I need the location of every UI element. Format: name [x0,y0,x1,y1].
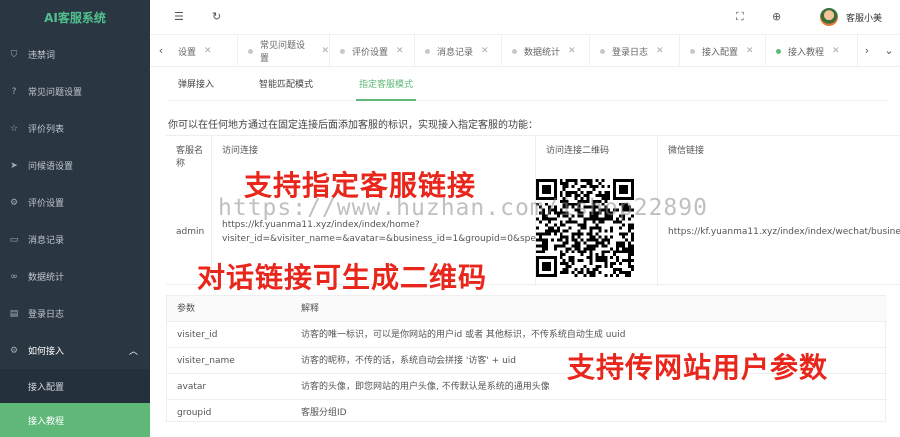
sidebar-subitem-integration-config[interactable]: 接入配置 [0,369,150,403]
close-icon[interactable]: ✕ [656,46,664,56]
param-name: visiter_name [177,356,235,366]
sidebar-item-label: 问候语设置 [28,162,74,172]
access-link-line2[interactable]: visiter_id=&visiter_name=&avatar=&busine… [222,232,565,246]
tab-popup-integration[interactable]: 弹屏接入 [178,73,214,101]
sidebar-item-label: 评价列表 [28,125,65,135]
log-icon: ▤ [9,308,19,319]
refresh-icon[interactable]: ↻ [212,10,221,23]
wechat-link[interactable]: https://kf.yuanma11.xyz/index/index/wech… [668,225,900,239]
param-description: 访客的唯一标识，可以是你网站的用户id 或者 其他标识，不传系统自动生成 uui… [301,330,626,340]
header-access-link: 访问连接 [222,146,259,156]
sidebar-item-label: 评价设置 [28,199,65,209]
param-description: 访客的头像，即您网站的用户头像, 不传默认是系统的通用头像 [301,382,550,392]
sidebar-item-label: 如何接入 [28,347,65,357]
tab-smart-match-mode[interactable]: 智能匹配模式 [259,73,313,101]
link-icon: ⚙ [9,345,19,356]
tab-integration-config[interactable]: 接入配置 ✕ [680,35,766,67]
tab-dot [340,48,345,54]
sidebar-item-login-log[interactable]: ▤ 登录日志 [0,295,150,332]
sidebar-subitem-integration-tutorial[interactable]: 接入教程 [0,403,150,437]
tab-dot [600,48,605,54]
tab-integration-tutorial[interactable]: 接入教程 ✕ [766,35,858,67]
sidebar-item-message-records[interactable]: ▭ 消息记录 [0,221,150,258]
sidebar-item-banned-words[interactable]: ⛉ 违禁词 [0,36,150,73]
user-menu[interactable]: 客服小美 [819,8,882,26]
sidebar-item-label: 违禁词 [28,51,56,61]
tab-dot [425,48,430,54]
close-icon[interactable]: ✕ [481,46,489,56]
star-icon: ☆ [9,123,19,134]
sidebar: AI客服系统 ⛉ 违禁词 ? 常见问题设置 ☆ 评价列表 ➤ 问候语设置 ⚙ 评价设置 ▭… [0,0,150,437]
chat-icon: ▭ [9,234,19,245]
sidebar-item-review-settings[interactable]: ⚙ 评价设置 [0,184,150,221]
table-row: visiter_id 访客的唯一标识，可以是你网站的用户id 或者 其他标识，不… [167,322,887,348]
tab-login-log[interactable]: 登录日志 ✕ [590,35,680,67]
sidebar-item-faq-settings[interactable]: ? 常见问题设置 [0,73,150,110]
question-icon: ? [11,86,17,97]
mode-tabs: 弹屏接入 智能匹配模式 指定客服模式 [168,73,888,101]
avatar [819,8,838,26]
header-wechat-link: 微信链接 [668,146,705,156]
tab-settings[interactable]: 设置 ✕ [168,35,238,67]
tabs-scroll-right-icon[interactable]: › [856,35,878,67]
close-icon[interactable]: ✕ [204,46,212,56]
user-name: 客服小美 [845,13,882,24]
tab-dot-active [776,48,781,54]
header-param: 参数 [177,304,196,314]
sidebar-item-greeting-settings[interactable]: ➤ 问候语设置 [0,147,150,184]
close-icon[interactable]: ✕ [746,46,754,56]
promo-overlay-3: 支持传网站用户参数 [567,351,829,384]
intro-text: 你可以在任何地方通过在固定连接后面添加客服的标识，实现接入指定客服的功能： [168,120,538,131]
tab-bar: ‹ 设置 ✕ 常见问题设置 ✕ 评价设置 ✕ 消息记录 ✕ 数据统计 ✕ 登录日志 ✕ 接入… [150,35,900,67]
tab-faq-settings[interactable]: 常见问题设置 ✕ [238,35,330,67]
sidebar-item-label: 数据统计 [28,273,65,283]
globe-icon[interactable]: ⊕ [772,10,781,23]
tab-statistics[interactable]: 数据统计 ✕ [502,35,590,67]
close-icon[interactable]: ✕ [321,46,329,56]
sidebar-item-review-list[interactable]: ☆ 评价列表 [0,110,150,147]
promo-overlay-2: 对话链接可生成二维码 [197,261,488,294]
param-name: groupid [177,408,212,418]
header-qr-code: 访问连接二维码 [546,146,610,156]
tab-designated-agent-mode[interactable]: 指定客服模式 [356,73,417,101]
param-description: 访客的昵称，不传的话，系统自动会拼接 '访客' + uid [301,356,516,366]
send-icon: ➤ [10,160,18,171]
close-icon[interactable]: ✕ [832,46,840,56]
stats-icon: ∞ [10,271,18,282]
qr-code-image [536,179,634,277]
sidebar-item-statistics[interactable]: ∞ 数据统计 [0,258,150,295]
tab-dot [512,48,517,54]
topbar: ☰ ↻ ⛶ ⊕ 客服小美 [150,0,900,35]
param-name: visiter_id [177,330,218,340]
header-description: 解释 [301,304,320,314]
sidebar-item-label: 消息记录 [28,236,65,246]
menu-icon[interactable]: ☰ [174,10,184,23]
agent-name: admin [176,227,205,237]
param-description: 客服分组ID [301,408,347,418]
tab-message-records[interactable]: 消息记录 ✕ [415,35,502,67]
shield-icon: ⛉ [10,49,18,60]
param-table-header: 参数 解释 [167,296,887,322]
table-row: groupid 客服分组ID [167,400,887,426]
param-name: avatar [177,382,207,392]
tab-review-settings[interactable]: 评价设置 ✕ [330,35,415,67]
sidebar-item-how-to-integrate[interactable]: ⚙ 如何接入 ︿ [0,332,150,369]
gear-icon: ⚙ [9,197,19,208]
close-icon[interactable]: ✕ [396,46,404,56]
tabs-menu-icon[interactable]: ⌄ [878,35,900,67]
sidebar-item-label: 常见问题设置 [28,88,83,98]
tab-dot [690,48,695,54]
chevron-up-icon: ︿ [128,347,138,357]
sidebar-item-label: 登录日志 [28,310,65,320]
close-icon[interactable]: ✕ [568,46,576,56]
promo-overlay-1: 支持指定客服链接 [244,169,477,202]
tab-dot [248,48,253,54]
header-agent-name: 客服名称 [176,146,204,169]
fullscreen-icon[interactable]: ⛶ [736,10,744,24]
app-logo: AI客服系统 [44,11,106,25]
